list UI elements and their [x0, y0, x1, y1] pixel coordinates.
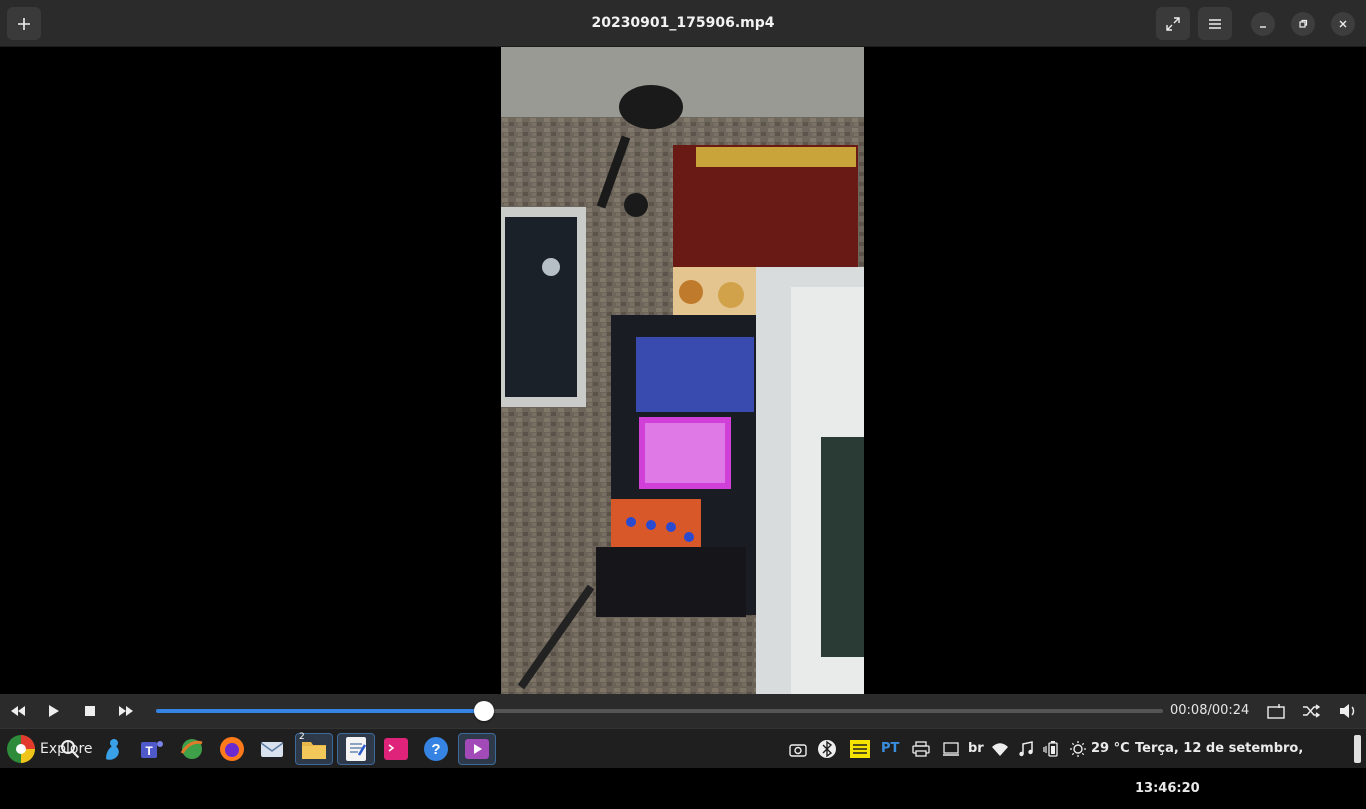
show-desktop-button[interactable]: [1354, 735, 1361, 763]
language-indicator[interactable]: br: [968, 729, 984, 769]
close-button[interactable]: [1331, 12, 1355, 36]
clock[interactable]: Terça, 12 de setembro, 13:46:20: [1135, 729, 1366, 796]
stop-button[interactable]: [80, 701, 100, 721]
aspect-ratio-icon: [1267, 704, 1285, 719]
expand-icon: [1166, 16, 1180, 31]
firefox-icon: [220, 737, 244, 761]
wifi-icon[interactable]: [990, 739, 1010, 759]
bluetooth-icon[interactable]: [817, 739, 837, 759]
weather-sun-icon[interactable]: [1068, 739, 1088, 759]
restore-icon: [1299, 19, 1308, 28]
shuffle-icon: [1303, 704, 1320, 718]
taskbar-app-teams[interactable]: T: [136, 733, 168, 765]
files-window-count: 2: [299, 732, 305, 742]
rewind-icon: [11, 706, 25, 716]
maximize-button[interactable]: [1291, 12, 1315, 36]
rewind-button[interactable]: [8, 701, 28, 721]
seek-bar[interactable]: [156, 701, 1163, 721]
fast-forward-button[interactable]: [116, 701, 136, 721]
taskbar-app-mail[interactable]: [256, 733, 288, 765]
time-display: 00:08/00:24: [1170, 703, 1250, 718]
header-bar: 20230901_175906.mp4: [0, 0, 1366, 47]
taskbar-app-terminal[interactable]: [380, 733, 412, 765]
seek-handle[interactable]: [474, 701, 495, 721]
seek-progress: [156, 709, 485, 713]
stop-icon: [85, 706, 95, 716]
genie-icon: [106, 739, 119, 760]
display-icon[interactable]: [941, 739, 961, 759]
aspect-button[interactable]: [1266, 701, 1286, 721]
teams-icon: T: [141, 741, 163, 758]
start-menu-button[interactable]: [5, 733, 37, 765]
mail-icon: [260, 742, 284, 757]
plus-icon: [18, 17, 30, 30]
hamburger-icon: [1209, 18, 1221, 29]
screenshot-icon[interactable]: [788, 739, 808, 759]
taskbar-app-firefox[interactable]: [216, 733, 248, 765]
notes-icon[interactable]: [848, 739, 872, 759]
video-content-image: [501, 47, 864, 694]
taskbar-app-video-player[interactable]: [458, 733, 496, 765]
taskbar-app-planet[interactable]: [176, 733, 208, 765]
video-frame: [501, 47, 864, 694]
printer-icon[interactable]: [911, 739, 931, 759]
menu-button[interactable]: [1198, 7, 1232, 40]
volume-button[interactable]: [1338, 701, 1358, 721]
search-icon[interactable]: [60, 739, 80, 759]
video-player-icon: [465, 739, 489, 759]
add-button[interactable]: [7, 7, 41, 40]
minimize-icon: [1260, 26, 1266, 28]
taskbar-app-genie[interactable]: [96, 733, 128, 765]
taskbar: Explore T 2 ? PT br 29 °C Terça, 12 de s…: [0, 728, 1366, 796]
fullscreen-button[interactable]: [1156, 7, 1190, 40]
svg-text:?: ?: [431, 741, 440, 758]
video-area[interactable]: [0, 47, 1366, 694]
taskbar-app-help[interactable]: ?: [420, 733, 452, 765]
close-icon: [1339, 20, 1347, 28]
minimize-button[interactable]: [1251, 12, 1275, 36]
help-icon: ?: [424, 737, 448, 761]
volume-icon: [1340, 704, 1355, 718]
music-icon[interactable]: [1016, 739, 1036, 759]
player-controls: 00:08/00:24: [0, 694, 1366, 728]
keyboard-layout-indicator[interactable]: PT: [881, 729, 899, 769]
taskbar-app-text-editor[interactable]: [337, 733, 375, 765]
battery-icon[interactable]: [1042, 739, 1062, 759]
start-menu-icon: [7, 735, 35, 763]
shuffle-button[interactable]: [1301, 701, 1321, 721]
temperature-label[interactable]: 29 °C: [1091, 729, 1130, 769]
fast-forward-icon: [119, 706, 133, 716]
terminal-icon: [384, 738, 408, 760]
play-button[interactable]: [44, 701, 64, 721]
svg-text:T: T: [145, 744, 153, 758]
text-editor-icon: [346, 737, 367, 761]
play-icon: [49, 705, 59, 717]
taskbar-app-files[interactable]: 2: [295, 732, 333, 765]
planet-icon: [180, 739, 203, 759]
